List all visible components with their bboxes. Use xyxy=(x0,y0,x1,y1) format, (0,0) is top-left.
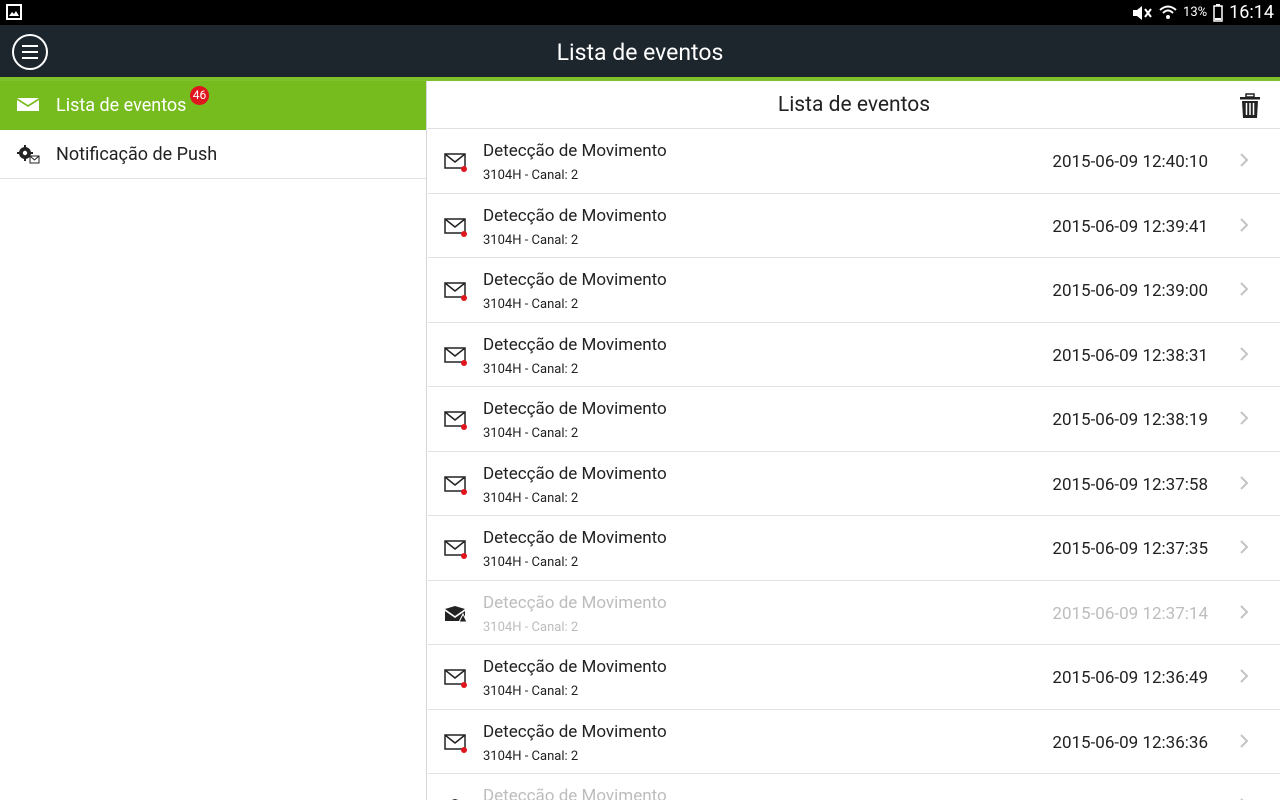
event-row[interactable]: Detecção de Movimento 3104H - Canal: 2 201… xyxy=(428,581,1280,645)
event-timestamp: 2015-06-09 12:36:36 xyxy=(1052,732,1208,753)
envelope-unread-icon xyxy=(444,733,467,753)
event-row[interactable]: Detecção de Movimento 3104H - Canal: 2 201… xyxy=(428,452,1280,516)
unread-count-badge: 46 xyxy=(190,86,209,105)
event-title: Detecção de Movimento xyxy=(483,528,667,548)
event-title: Detecção de Movimento xyxy=(483,270,667,290)
trash-icon[interactable] xyxy=(1238,93,1262,119)
chevron-right-icon xyxy=(1240,411,1249,425)
event-subtitle: 3104H - Canal: 2 xyxy=(483,748,579,764)
event-timestamp: 2015-06-09 12:36:49 xyxy=(1052,668,1208,688)
event-title: Detecção de Movimento xyxy=(483,592,667,613)
sidebar-item-label: Notificação de Push xyxy=(56,143,218,165)
envelope-unread-icon xyxy=(444,282,467,301)
chevron-right-icon xyxy=(1240,217,1249,232)
battery-percent: 13% xyxy=(1183,5,1208,20)
event-title: Detecção de Movimento xyxy=(483,657,667,677)
event-timestamp: 2015-06-09 12:38:31 xyxy=(1052,345,1208,366)
envelope-read-icon xyxy=(451,799,459,800)
envelope-unread-icon xyxy=(444,669,467,688)
envelope-unread-icon xyxy=(444,411,467,430)
event-timestamp: 2015-06-09 12:37:35 xyxy=(1052,539,1208,559)
event-title: Detecção de Movimento xyxy=(483,399,667,419)
event-subtitle: 3104H - Canal: 2 xyxy=(483,555,579,570)
envelope-unread-icon xyxy=(444,217,467,237)
mute-icon xyxy=(1133,5,1152,20)
envelope-unread-icon xyxy=(444,153,467,172)
event-subtitle: 3104H - Canal: 2 xyxy=(483,168,579,183)
event-title: Detecção de Movimento xyxy=(483,141,667,161)
event-row[interactable]: Detecção de Movimento 3104H - Canal: 2 201… xyxy=(428,323,1280,387)
envelope-unread-icon xyxy=(444,475,467,495)
battery-icon xyxy=(1213,3,1223,22)
event-title: Detecção de Movimento xyxy=(483,334,667,355)
sidebar-item-event-list[interactable]: Lista de eventos 46 xyxy=(0,81,426,130)
clock: 16:14 xyxy=(1229,2,1274,23)
sidebar-item-label: Lista de eventos xyxy=(56,95,187,116)
chevron-right-icon xyxy=(1240,346,1249,361)
list-title: Lista de eventos xyxy=(777,93,931,117)
list-header: Lista de eventos xyxy=(428,81,1280,129)
event-timestamp: 2015-06-09 12:37:14 xyxy=(1052,603,1208,624)
event-subtitle: 3104H - Canal: 2 xyxy=(483,619,579,635)
event-subtitle: 3104H - Canal: 2 xyxy=(483,232,579,248)
event-row[interactable]: Detecção de Movimento 3104H - Canal: 2 201… xyxy=(428,710,1280,774)
event-timestamp: 2015-06-09 12:39:00 xyxy=(1052,281,1208,301)
chevron-right-icon xyxy=(1240,798,1244,800)
event-timestamp: 2015-06-09 12:39:41 xyxy=(1052,216,1208,237)
gear-mail-icon xyxy=(17,145,40,164)
sidebar-item-push-notification[interactable]: Notificação de Push xyxy=(0,130,426,179)
envelope-unread-icon xyxy=(444,540,467,559)
status-bar: 13% 16:14 xyxy=(0,0,1280,25)
event-row[interactable]: Detecção de Movimento 3104H - Canal: 2 201… xyxy=(428,387,1280,452)
wifi-icon xyxy=(1159,5,1177,19)
event-title: Detecção de Movimento xyxy=(483,786,667,800)
chevron-right-icon xyxy=(1240,475,1249,490)
event-title: Detecção de Movimento xyxy=(483,205,667,226)
app-bar: Lista de eventos xyxy=(0,25,1280,77)
event-row[interactable]: Detecção de Movimento 3104H - Canal: 2 201… xyxy=(428,645,1280,710)
envelope-unread-icon xyxy=(444,346,467,366)
event-timestamp: 2015-06-09 12:40:10 xyxy=(1052,152,1208,172)
chevron-right-icon xyxy=(1240,669,1249,683)
chevron-right-icon xyxy=(1240,153,1249,167)
event-row[interactable]: Detecção de Movimento 3104H - Canal: 2 201… xyxy=(428,129,1280,194)
event-timestamp: 2015-06-09 12:37:58 xyxy=(1052,474,1208,495)
event-row[interactable]: Detecção de Movimento 3104H - Canal: 2 201… xyxy=(428,194,1280,258)
event-title: Detecção de Movimento xyxy=(483,721,667,742)
chevron-right-icon xyxy=(1240,604,1249,619)
event-subtitle: 3104H - Canal: 2 xyxy=(483,297,579,312)
event-list-panel: Lista de eventos Detecção de Movimento 31… xyxy=(428,81,1280,800)
chevron-right-icon xyxy=(1240,282,1249,296)
event-row[interactable]: Detecção de Movimento xyxy=(428,774,1280,800)
event-title: Detecção de Movimento xyxy=(483,463,667,484)
event-timestamp: 2015-06-09 12:38:19 xyxy=(1052,410,1208,430)
event-subtitle: 3104H - Canal: 2 xyxy=(483,361,579,377)
event-rows: Detecção de Movimento 3104H - Canal: 2 201… xyxy=(428,129,1280,800)
status-icons: 13% 16:14 xyxy=(1131,2,1274,23)
event-subtitle: 3104H - Canal: 2 xyxy=(483,426,579,441)
event-subtitle: 3104H - Canal: 2 xyxy=(483,684,579,699)
app-title: Lista de eventos xyxy=(556,39,724,66)
event-row[interactable]: Detecção de Movimento 3104H - Canal: 2 201… xyxy=(428,516,1280,581)
event-row[interactable]: Detecção de Movimento 3104H - Canal: 2 201… xyxy=(428,258,1280,323)
sidebar: Lista de eventos 46 Notificação de Push xyxy=(0,81,427,800)
event-subtitle: 3104H - Canal: 2 xyxy=(483,490,579,506)
gallery-notification-icon xyxy=(6,4,22,20)
envelope-read-icon xyxy=(445,605,468,622)
envelope-icon xyxy=(17,98,39,111)
chevron-right-icon xyxy=(1240,733,1249,748)
chevron-right-icon xyxy=(1240,540,1249,554)
